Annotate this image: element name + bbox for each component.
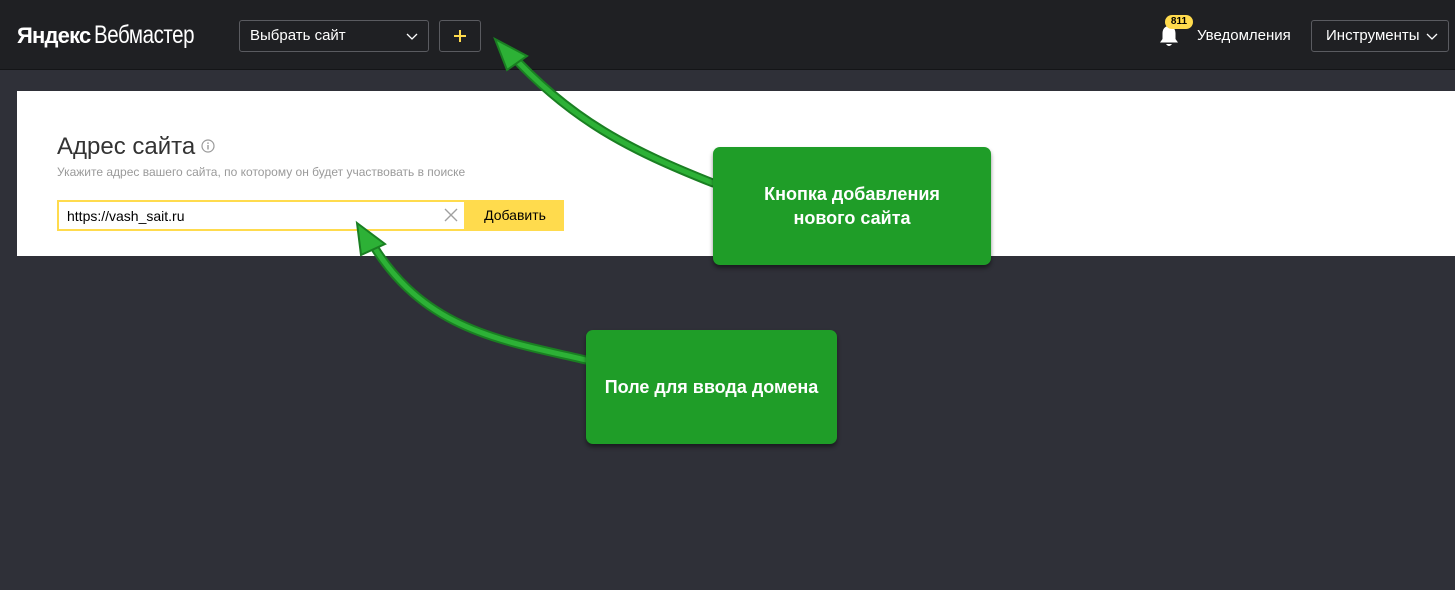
callout-add-site-text: Кнопка добавления нового сайта bbox=[764, 184, 940, 228]
callout-domain-text: Поле для ввода домена bbox=[604, 377, 819, 397]
callout-add-site-button: Кнопка добавления нового сайта bbox=[713, 147, 991, 265]
annotation-arrows bbox=[355, 36, 718, 365]
callout-domain-input: Поле для ввода домена bbox=[586, 330, 837, 444]
arrow-to-add-button bbox=[502, 45, 718, 188]
arrow-to-url-input bbox=[362, 230, 591, 365]
